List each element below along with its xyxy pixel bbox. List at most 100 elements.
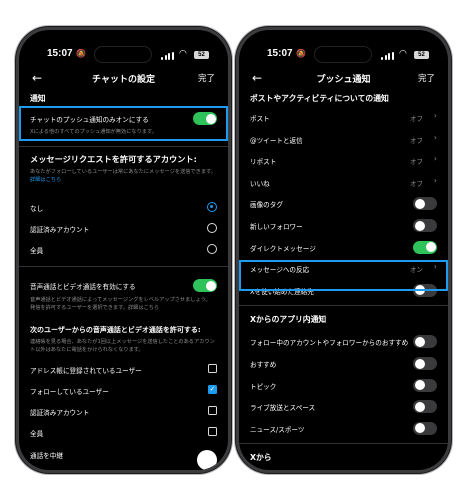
option-label: 認証済みアカウント [30, 409, 90, 417]
toggle-switch[interactable] [413, 335, 437, 349]
toggle-knob [414, 423, 425, 434]
row-label: 画像のタグ [250, 201, 283, 210]
toggle-knob [425, 242, 436, 253]
learn-more-link[interactable]: 詳細はこちら [30, 177, 61, 183]
toggle-switch[interactable] [413, 421, 437, 435]
in-app-row-0[interactable]: フォロー中のアカウントやフォロワーからのおすすめ [250, 331, 437, 351]
toggle-knob [414, 358, 425, 369]
in-app-row-1[interactable]: おすすめ [250, 353, 437, 373]
notif-row-2[interactable]: リポスト オフ › [250, 150, 437, 170]
toggle-knob [414, 198, 425, 209]
call-option-verified[interactable]: 認証済みアカウント [30, 401, 217, 421]
option-label: 認証済みアカウント [30, 226, 90, 234]
call-option-following[interactable]: フォローしているユーザー ✓ [30, 380, 217, 400]
battery-icon: 52 [194, 51, 209, 59]
row-label: ライブ放送とスペース [250, 404, 316, 413]
mute-bell-icon: 🔕 [296, 49, 306, 58]
notif-row-5[interactable]: 新しいフォロワー [250, 215, 437, 235]
row-label: @ツイートと返信 [250, 136, 303, 145]
radio-button[interactable] [207, 223, 217, 233]
option-label: 全員 [30, 247, 44, 255]
toggle-switch[interactable] [413, 197, 437, 211]
divider [239, 443, 448, 445]
row-label: ニュース/スポーツ [250, 425, 305, 434]
row-label: リポスト [250, 158, 277, 167]
status-time: 15:07 [267, 48, 293, 59]
toggle-switch[interactable] [413, 219, 437, 232]
mute-bell-icon: 🔕 [76, 49, 86, 58]
toggle-switch[interactable] [413, 400, 437, 414]
request-option-none[interactable]: なし [30, 197, 217, 217]
allow-calls-title: 次のユーザーからの音声通話とビデオ通話を許可する: [30, 326, 201, 334]
toggle-knob [414, 380, 425, 391]
toggle-switch[interactable] [413, 240, 437, 254]
call-option-everyone[interactable]: 全員 [30, 422, 217, 442]
dynamic-island [95, 47, 151, 62]
calls-enable-desc: 音声通話とビデオ通話によってメッセージングをレベルアップさせましょう。 発信を許… [30, 297, 211, 311]
row-value: オフ [409, 115, 423, 123]
toggle-knob [414, 336, 425, 347]
calls-enable-toggle[interactable] [193, 279, 217, 292]
notif-row-0[interactable]: ポスト オフ › [250, 107, 437, 127]
option-label: 全員 [30, 430, 44, 438]
call-option-address-book[interactable]: アドレス帳に登録されているユーザー [30, 359, 217, 379]
in-app-row-2[interactable]: トピック [250, 375, 437, 395]
battery-icon: 52 [414, 51, 429, 59]
checkbox[interactable] [208, 364, 217, 373]
dynamic-island [315, 47, 371, 62]
row-label: フォロー中のアカウントやフォロワーからのおすすめ [250, 339, 409, 348]
toggle-knob [414, 401, 425, 412]
status-bar: 15:07 🔕 ◠ 52 [19, 30, 228, 62]
wifi-icon: ◠ [179, 49, 187, 59]
row-value: オフ [409, 158, 423, 167]
notif-row-3[interactable]: いいね オフ › [250, 172, 437, 192]
radio-button[interactable] [207, 202, 217, 212]
row-label: ダイレクトメッセージ [250, 244, 316, 253]
row-value: オフ [409, 179, 423, 188]
section-title-from-x: Xから [250, 453, 272, 463]
toggle-knob [414, 220, 425, 231]
checkbox[interactable] [208, 427, 217, 436]
message-requests-desc: あなたがフォローしているユーザーは常にあなたにメッセージを送信できます。 詳細は… [30, 168, 217, 184]
row-label: トピック [250, 382, 277, 391]
notif-row-4[interactable]: 画像のタグ [250, 193, 437, 213]
status-time: 15:07 [47, 48, 73, 59]
row-label: ポスト [250, 115, 270, 123]
row-label: いいね [250, 179, 270, 188]
radio-button[interactable] [207, 244, 217, 254]
nav-bar: ← チャットの設定 完了 [19, 68, 228, 90]
chevron-right-icon: › [433, 132, 437, 142]
in-app-row-4[interactable]: ニュース/スポーツ [250, 418, 437, 438]
checkbox[interactable]: ✓ [208, 385, 217, 394]
chevron-right-icon: › [433, 175, 437, 185]
toggle-switch[interactable] [413, 357, 437, 370]
done-button[interactable]: 完了 [198, 72, 215, 84]
floating-action-button[interactable] [197, 450, 217, 470]
allow-calls-desc: 連絡帳を見る場合、あなたが1回以上メッセージを送信したことのあるアカウント以外は… [30, 339, 215, 353]
calls-enable-row[interactable]: 音声通話とビデオ通話を有効にする [30, 275, 217, 295]
page-title: チャットの設定 [92, 75, 155, 85]
signal-icon [161, 52, 175, 60]
notif-row-6[interactable]: ダイレクトメッセージ [250, 237, 437, 257]
status-bar: 15:07 🔕 ◠ 52 [239, 30, 448, 62]
message-requests-title: メッセージリクエストを許可するアカウント: [30, 154, 197, 164]
chevron-right-icon: › [433, 111, 437, 120]
call-relay-row[interactable]: 通話を中継 [30, 444, 217, 464]
row-label: 新しいフォロワー [250, 223, 303, 231]
option-label: なし [30, 205, 44, 213]
page-title: プッシュ通知 [316, 75, 371, 85]
calls-enable-label: 音声通話とビデオ通話を有効にする [30, 283, 136, 291]
notif-row-1[interactable]: @ツイートと返信 オフ › [250, 129, 437, 149]
toggle-switch[interactable] [413, 378, 437, 392]
call-relay-label: 通話を中継 [30, 452, 63, 460]
section-title-in-app: Xからのアプリ内通知 [250, 315, 327, 325]
request-option-everyone[interactable]: 全員 [30, 239, 217, 259]
highlight-box [239, 260, 448, 291]
in-app-row-3[interactable]: ライブ放送とスペース [250, 396, 437, 416]
chevron-right-icon: › [433, 154, 437, 164]
divider [19, 146, 228, 147]
checkbox[interactable] [208, 406, 217, 415]
request-option-verified[interactable]: 認証済みアカウント [30, 218, 217, 238]
done-button[interactable]: 完了 [418, 72, 435, 84]
section-title-notifications: 通知 [30, 94, 46, 103]
